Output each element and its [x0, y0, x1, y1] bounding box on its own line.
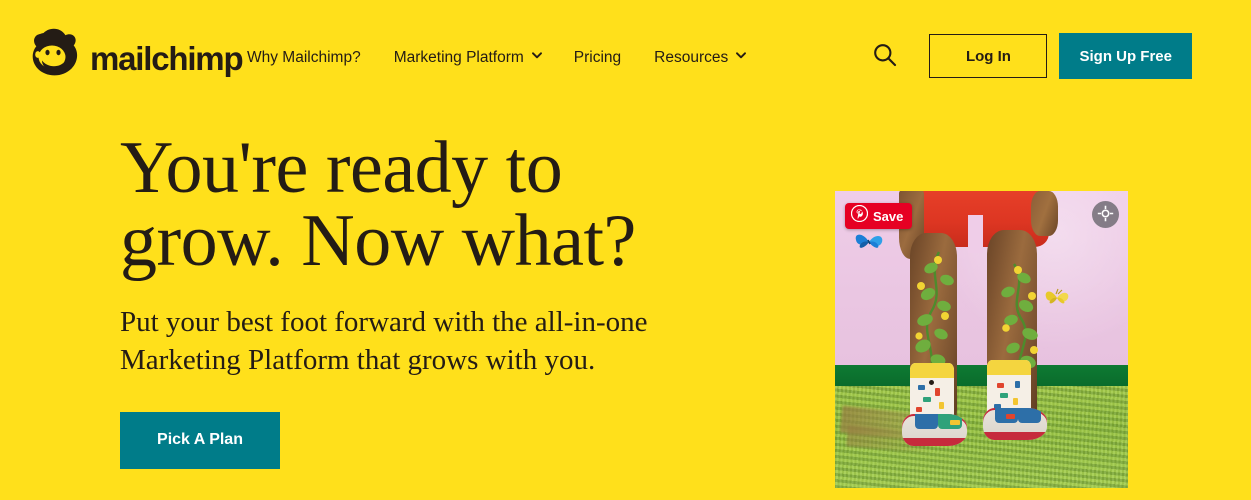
hero-title-line-2: grow. Now what?	[120, 199, 636, 282]
photo-sandal-strap	[915, 413, 939, 430]
hero-subtitle-line-1: Put your best foot forward with the all-…	[120, 306, 648, 339]
nav-item-label: Resources	[654, 49, 729, 66]
photo-sock-pattern	[997, 382, 1004, 388]
hero-title-line-1: You're ready to	[120, 127, 563, 209]
photo-sandal-pattern	[950, 419, 961, 425]
photo-sock-pattern	[1012, 397, 1018, 405]
chevron-down-icon	[736, 51, 747, 61]
photo-sock-pattern	[922, 397, 931, 403]
header-actions: Log In Sign Up Free	[863, 33, 1192, 79]
pick-a-plan-button[interactable]: Pick A Plan	[120, 411, 280, 469]
mailchimp-freddie-icon	[28, 26, 84, 91]
photo-sandal-sole	[902, 437, 967, 447]
search-button[interactable]	[863, 34, 907, 78]
pinterest-save-button[interactable]: Save	[845, 203, 913, 229]
nav-item-label: Pricing	[573, 49, 622, 66]
photo-blue-butterfly	[853, 230, 887, 254]
nav-item-label: Marketing Platform	[393, 49, 524, 66]
photo-sock-pattern	[1014, 380, 1020, 389]
photo-sock-pattern	[915, 407, 922, 413]
photo-sandal-pattern	[1006, 414, 1016, 420]
pinterest-save-label: Save	[873, 208, 904, 224]
login-button[interactable]: Log In	[929, 34, 1048, 78]
signup-button[interactable]: Sign Up Free	[1059, 33, 1192, 79]
photo-sock-pattern	[917, 384, 925, 390]
page-root: mailchimp Why Mailchimp? Marketing Platf…	[0, 0, 1251, 500]
hero-content: You're ready to grow. Now what? Put your…	[120, 131, 780, 469]
expand-crosshair-icon	[1097, 205, 1114, 225]
photo-right-sandal	[982, 407, 1048, 441]
photo-sock-pattern	[929, 380, 935, 386]
photo-sandal-strap	[1017, 407, 1041, 424]
photo-sandal-sole	[982, 431, 1048, 441]
expand-image-button[interactable]	[1092, 201, 1119, 228]
chevron-down-icon	[531, 51, 542, 61]
hero-image: Save	[835, 191, 1128, 488]
nav-item-pricing[interactable]: Pricing	[574, 44, 621, 72]
nav-item-label: Why Mailchimp?	[247, 49, 361, 66]
mailchimp-wordmark: mailchimp	[90, 39, 244, 77]
pinterest-icon	[850, 204, 869, 227]
hero-subtitle-line-2: Marketing Platform that grows with you.	[120, 344, 596, 377]
nav-item-why-mailchimp[interactable]: Why Mailchimp?	[247, 44, 361, 72]
photo-hedge-band	[835, 364, 1128, 387]
photo-yellow-butterfly	[1043, 286, 1073, 310]
nav-item-marketing-platform[interactable]: Marketing Platform	[393, 44, 542, 72]
photo-sock-pattern	[935, 388, 941, 396]
main-nav: Why Mailchimp? Marketing Platform Pricin…	[247, 44, 747, 72]
photo-sock-pattern	[938, 401, 944, 409]
photo-sock-cuff	[987, 360, 1032, 375]
photo-shorts-gap	[968, 214, 983, 254]
photo-sock-cuff	[909, 363, 954, 378]
hero-title: You're ready to grow. Now what?	[120, 131, 780, 278]
hero-subtitle: Put your best foot forward with the all-…	[120, 277, 770, 380]
photo-right-hand	[1031, 191, 1058, 236]
photo-left-sandal	[902, 413, 967, 447]
photo-sock-pattern	[999, 393, 1008, 398]
mailchimp-logo[interactable]: mailchimp	[28, 25, 244, 91]
search-icon	[872, 42, 898, 71]
nav-item-resources[interactable]: Resources	[654, 44, 747, 72]
photo-left-sock	[909, 363, 954, 420]
site-header: mailchimp Why Mailchimp? Marketing Platf…	[0, 0, 1251, 116]
